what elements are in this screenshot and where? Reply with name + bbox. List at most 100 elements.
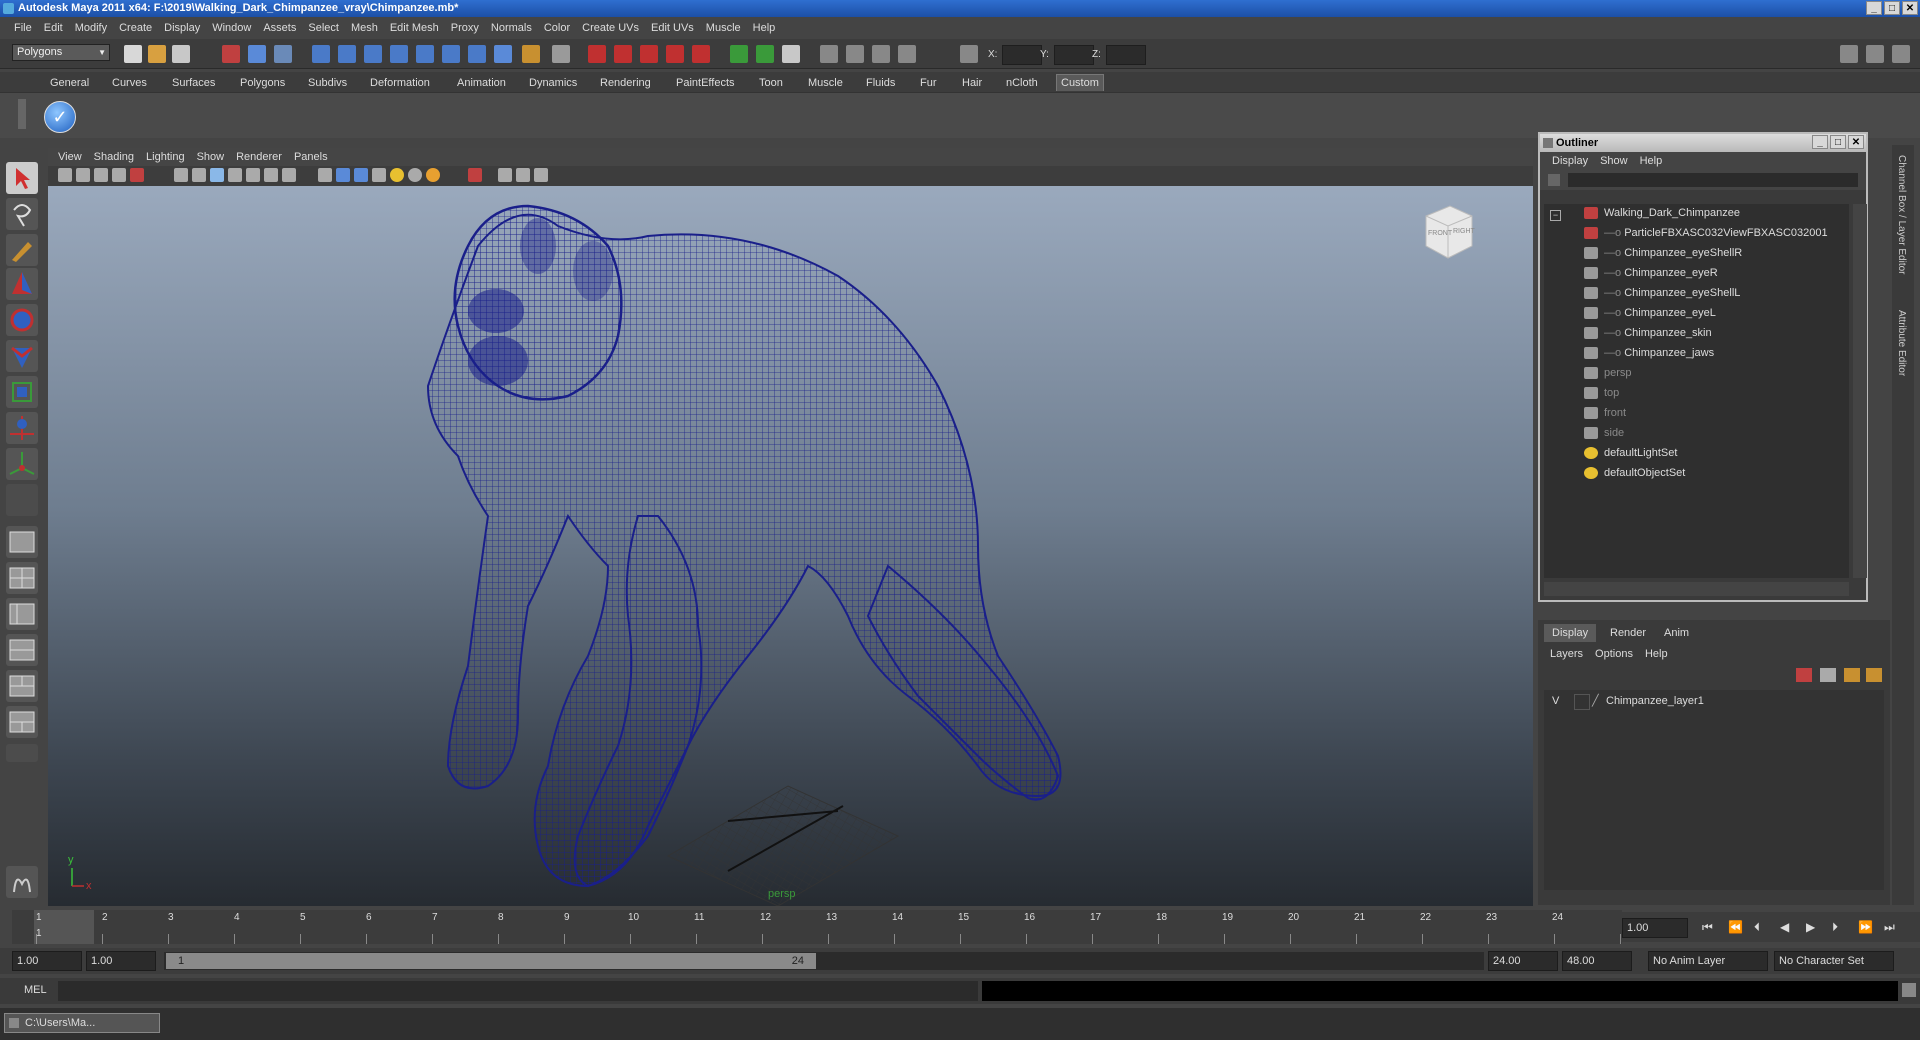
animation-start-field[interactable]: 1.00	[12, 951, 82, 971]
new-empty-layer-icon[interactable]	[1820, 668, 1836, 682]
shelf-tab-dynamics[interactable]: Dynamics	[525, 75, 581, 91]
menu-edit-uvs[interactable]: Edit UVs	[645, 22, 700, 34]
animation-end-field[interactable]: 48.00	[1562, 951, 1632, 971]
paint-select-tool-icon[interactable]	[6, 234, 38, 266]
render-settings-icon[interactable]	[640, 45, 658, 63]
outliner-item-persp[interactable]: persp	[1584, 364, 1632, 382]
show-manipulator-icon[interactable]	[6, 448, 38, 480]
shelf-tab-hair[interactable]: Hair	[958, 75, 986, 91]
hypershade-icon[interactable]	[666, 45, 684, 63]
soft-modification-icon[interactable]	[6, 412, 38, 444]
layout-four-panes-icon[interactable]	[6, 562, 38, 594]
menu-file[interactable]: File	[8, 22, 38, 34]
layer-type-toggle[interactable]	[1574, 694, 1590, 710]
shelf-menu-handle[interactable]	[18, 99, 26, 129]
layout-graph-persp-icon[interactable]	[6, 634, 38, 666]
move-up-layer-icon[interactable]	[1844, 668, 1860, 682]
shelf-tab-general[interactable]: General	[46, 75, 93, 91]
safe-title-icon[interactable]	[282, 168, 296, 182]
shelf-tab-fur[interactable]: Fur	[916, 75, 941, 91]
menu-edit[interactable]: Edit	[38, 22, 69, 34]
viewport-menu-show[interactable]: Show	[191, 151, 231, 163]
high-quality-lighting-icon[interactable]	[426, 168, 440, 182]
smooth-shade-icon[interactable]	[336, 168, 350, 182]
channel-box-side-tab[interactable]: Channel Box / Layer Editor	[1896, 155, 1907, 275]
lasso-tool-icon[interactable]	[6, 198, 38, 230]
menu-display[interactable]: Display	[158, 22, 206, 34]
field-chart-icon[interactable]	[246, 168, 260, 182]
shelf-tab-rendering[interactable]: Rendering	[596, 75, 655, 91]
layout-hypershade-persp-icon[interactable]	[6, 670, 38, 702]
render-view-icon[interactable]	[692, 45, 710, 63]
use-all-lights-icon[interactable]	[390, 168, 404, 182]
uv-editor-icon[interactable]	[898, 45, 916, 63]
maximize-button[interactable]: □	[1884, 1, 1900, 15]
magnet-icon[interactable]	[522, 45, 540, 63]
outliner-item-side[interactable]: side	[1584, 424, 1624, 442]
outliner-horizontal-scrollbar[interactable]	[1544, 582, 1849, 596]
outliner-item-default-object-set[interactable]: defaultObjectSet	[1584, 464, 1685, 482]
outliner-item-eyer[interactable]: —o Chimpanzee_eyeR	[1584, 264, 1718, 282]
layout-persp-graph-hypershade-icon[interactable]	[6, 706, 38, 738]
layer-menu-layers[interactable]: Layers	[1544, 648, 1589, 660]
xray-icon[interactable]	[498, 168, 512, 182]
wireframe-on-shaded-icon[interactable]	[354, 168, 368, 182]
shelf-tab-subdivs[interactable]: Subdivs	[304, 75, 351, 91]
minimized-window-item[interactable]: C:\Users\Ma...	[4, 1013, 160, 1033]
shelf-tab-muscle[interactable]: Muscle	[804, 75, 847, 91]
show-tool-settings-icon[interactable]	[756, 45, 774, 63]
select-camera-icon[interactable]	[58, 168, 72, 182]
menu-proxy[interactable]: Proxy	[445, 22, 485, 34]
custom-shelf-checkmark-icon[interactable]: ✓	[44, 101, 76, 133]
select-object-icon[interactable]	[248, 45, 266, 63]
new-scene-icon[interactable]	[124, 45, 142, 63]
move-down-layer-icon[interactable]	[1866, 668, 1882, 682]
viewport-menu-renderer[interactable]: Renderer	[230, 151, 288, 163]
command-input[interactable]	[58, 981, 978, 1001]
outliner-item-eyeshellr[interactable]: —o Chimpanzee_eyeShellR	[1584, 244, 1742, 262]
layout-outliner-persp-icon[interactable]	[6, 598, 38, 630]
menu-color[interactable]: Color	[538, 22, 576, 34]
outliner-close-button[interactable]: ✕	[1848, 135, 1864, 149]
go-to-start-icon[interactable]: ⏮	[1702, 920, 1713, 935]
construction-history-icon[interactable]	[552, 45, 570, 63]
outliner-item-walking-dark-chimpanzee[interactable]: Walking_Dark_Chimpanzee	[1584, 204, 1740, 222]
toggle-channel-box-icon[interactable]	[1866, 45, 1884, 63]
step-back-frame-icon[interactable]: ⏪	[1728, 920, 1743, 934]
show-channel-box-icon[interactable]	[782, 45, 800, 63]
outliner-maximize-button[interactable]: □	[1830, 135, 1846, 149]
ipr-render-icon[interactable]	[614, 45, 632, 63]
show-attribute-editor-icon[interactable]	[730, 45, 748, 63]
shelf-tab-animation[interactable]: Animation	[453, 75, 510, 91]
wireframe-icon[interactable]	[318, 168, 332, 182]
perspective-viewport[interactable]: FRONT RIGHT y x persp	[48, 186, 1533, 906]
rotate-tool-icon[interactable]	[6, 304, 38, 336]
select-component-icon[interactable]	[274, 45, 292, 63]
isolate-select-icon[interactable]	[468, 168, 482, 182]
menu-window[interactable]: Window	[206, 22, 257, 34]
command-language-toggle[interactable]: MEL	[24, 984, 47, 996]
outliner-menu-display[interactable]: Display	[1546, 155, 1594, 167]
render-current-frame-icon[interactable]	[588, 45, 606, 63]
layer-row[interactable]: V ╱ Chimpanzee_layer1	[1544, 692, 1884, 710]
menu-select[interactable]: Select	[302, 22, 345, 34]
image-plane-icon[interactable]	[112, 168, 126, 182]
snap-point-icon[interactable]	[364, 45, 382, 63]
outliner-item-particle-view[interactable]: —o ParticleFBXASC032ViewFBXASC032001	[1584, 224, 1828, 242]
step-back-key-icon[interactable]: ⏴	[1754, 920, 1760, 935]
shelf-tab-ncloth[interactable]: nCloth	[1002, 75, 1042, 91]
xray-joints-icon[interactable]	[516, 168, 530, 182]
shelf-tab-custom[interactable]: Custom	[1056, 74, 1104, 91]
current-time-field[interactable]: 1.00	[1622, 918, 1688, 938]
shelf-tab-polygons[interactable]: Polygons	[236, 75, 289, 91]
range-slider-handle[interactable]: 1 24	[166, 953, 816, 969]
outliner-item-top[interactable]: top	[1584, 384, 1619, 402]
shelf-tab-surfaces[interactable]: Surfaces	[168, 75, 219, 91]
layer-color-icon[interactable]: ╱	[1592, 692, 1599, 710]
range-slider-track[interactable]: 1 24	[164, 952, 1484, 970]
select-hierarchy-icon[interactable]	[222, 45, 240, 63]
resolution-gate-icon[interactable]	[210, 168, 224, 182]
outliner-menu-show[interactable]: Show	[1594, 155, 1634, 167]
menu-help[interactable]: Help	[747, 22, 782, 34]
outliner-item-front[interactable]: front	[1584, 404, 1626, 422]
